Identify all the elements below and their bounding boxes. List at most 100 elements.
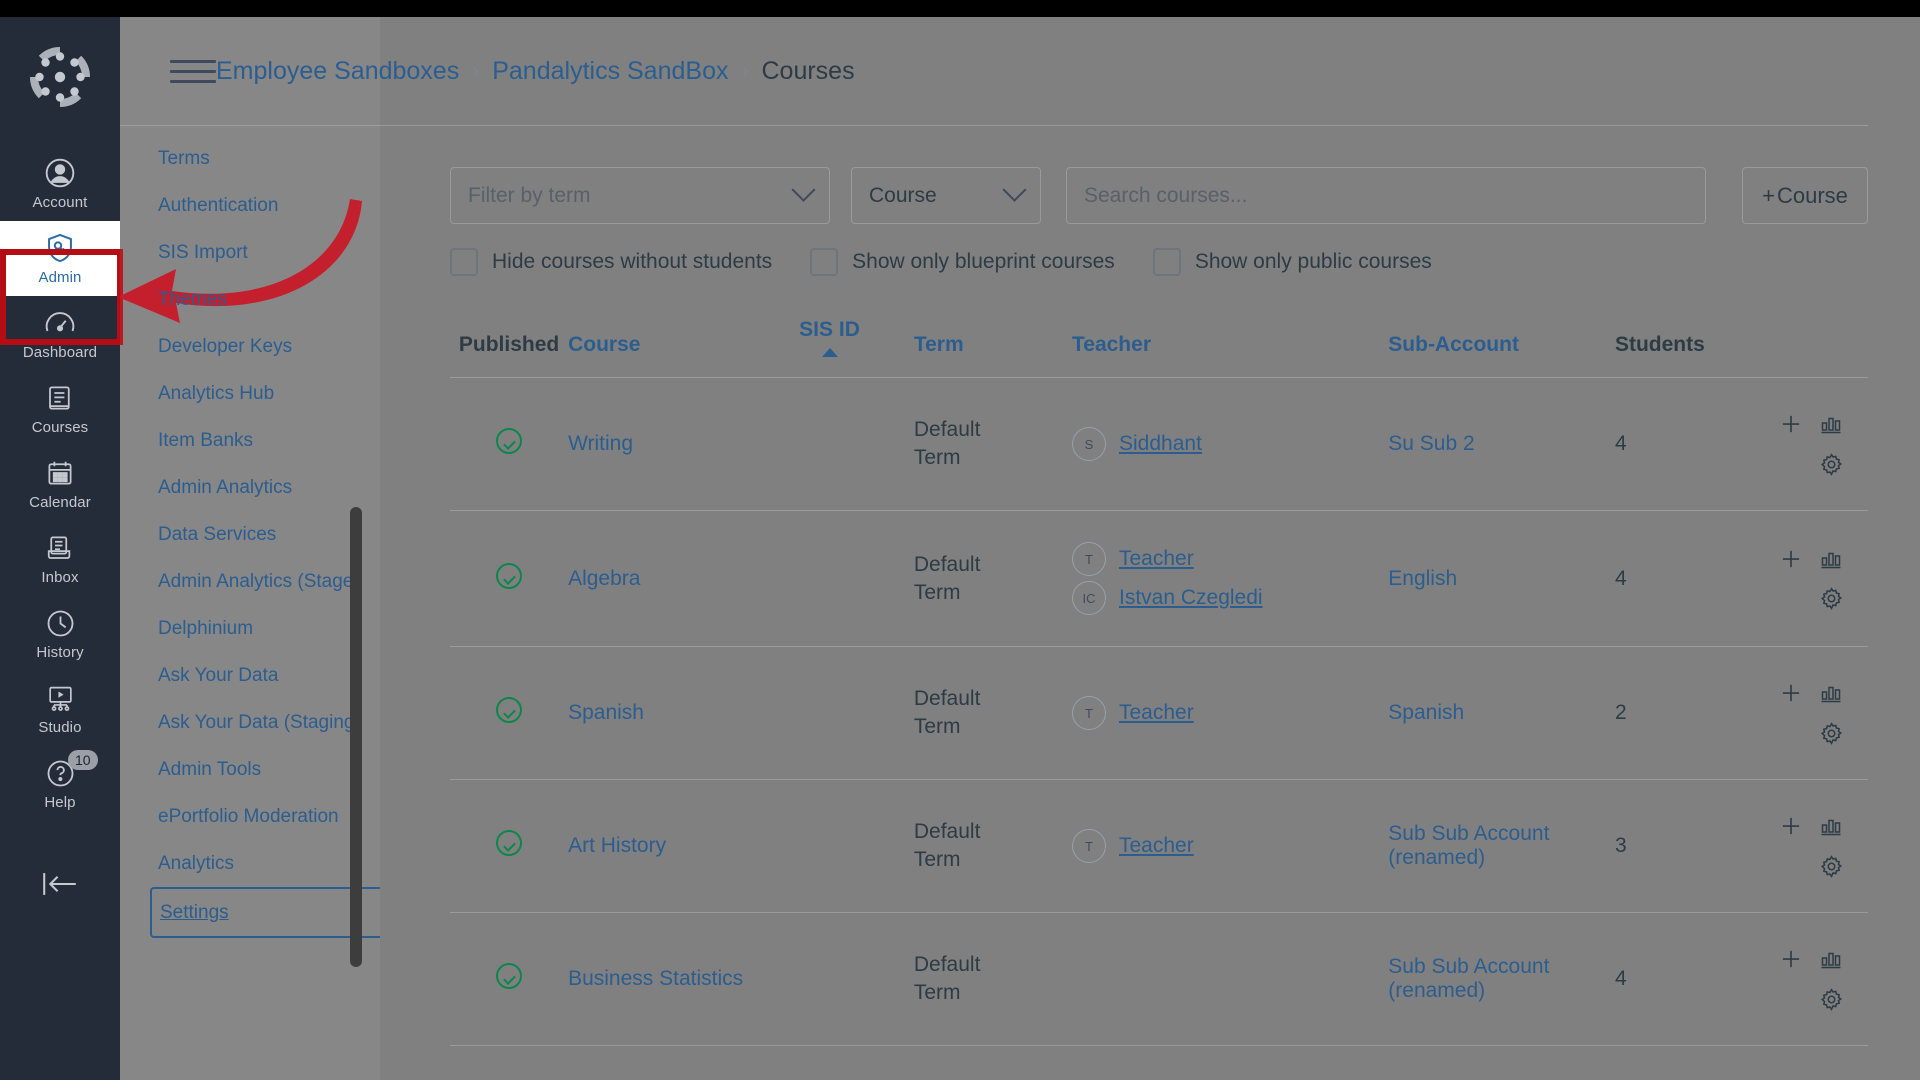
- sub-account-link[interactable]: Sub Sub Account (renamed): [1388, 822, 1549, 869]
- user-icon: [44, 155, 76, 191]
- nav-item-help[interactable]: 10 Help: [0, 746, 120, 821]
- statistics-icon[interactable]: [1811, 673, 1851, 713]
- cell-course: Art History: [568, 779, 746, 913]
- cell-actions: [1741, 377, 1868, 511]
- checkbox-show-only-public-courses[interactable]: Show only public courses: [1152, 248, 1432, 276]
- subnav-item-admin-analytics[interactable]: Admin Analytics: [120, 464, 380, 511]
- calendar-icon: [45, 455, 75, 491]
- plus-icon[interactable]: [1771, 806, 1811, 846]
- cell-course: Poetry: [568, 1045, 746, 1080]
- collapse-arrow-icon[interactable]: [39, 867, 81, 906]
- statistics-icon[interactable]: [1811, 539, 1851, 579]
- cell-sub-account: Sub Sub Account (renamed): [1388, 912, 1615, 1046]
- subnav-item-authentication[interactable]: Authentication: [120, 182, 380, 229]
- teacher-entry: T Teacher: [1072, 542, 1388, 576]
- nav-item-dashboard[interactable]: Dashboard: [0, 296, 120, 371]
- shield-key-icon: [44, 230, 76, 266]
- subnav-item-terms[interactable]: Terms: [120, 135, 380, 182]
- cell-teacher: T Teacher: [1072, 646, 1389, 780]
- course-link[interactable]: Algebra: [568, 567, 640, 590]
- checkbox-box[interactable]: [810, 248, 839, 276]
- cell-sis-id: [745, 377, 914, 511]
- teacher-link[interactable]: Teacher: [1119, 547, 1194, 571]
- gear-icon[interactable]: [1811, 846, 1851, 886]
- plus-icon[interactable]: [1771, 939, 1811, 979]
- plus-icon[interactable]: [1771, 539, 1811, 579]
- main-content: Employee Sandboxes › Pandalytics SandBox…: [170, 17, 1920, 1080]
- nav-item-inbox[interactable]: Inbox: [0, 521, 120, 596]
- term-filter-select[interactable]: Filter by term: [450, 167, 830, 224]
- subnav-item-settings[interactable]: Settings: [150, 887, 380, 938]
- subnav-item-ask-your-data[interactable]: Ask Your Data: [120, 652, 380, 699]
- subnav-item-eportfolio-moderation[interactable]: ePortfolio Moderation: [120, 793, 380, 840]
- subnav-item-ask-your-data-staging[interactable]: Ask Your Data (Staging): [120, 699, 380, 746]
- gear-icon[interactable]: [1811, 979, 1851, 1019]
- plus-icon[interactable]: [1771, 404, 1811, 444]
- header-sub-account[interactable]: Sub-Account: [1388, 318, 1615, 378]
- hamburger-icon[interactable]: [170, 53, 216, 90]
- cell-teacher: S Siddhant: [1072, 377, 1389, 511]
- search-input[interactable]: Search courses...: [1066, 167, 1706, 224]
- subnav-item-admin-tools[interactable]: Admin Tools: [120, 746, 380, 793]
- checkbox-hide-courses-without-students[interactable]: Hide courses without students: [450, 248, 772, 276]
- sub-account-link[interactable]: English: [1388, 567, 1457, 590]
- header-course[interactable]: Course: [568, 318, 745, 378]
- subnav-item-themes[interactable]: Themes: [120, 276, 380, 323]
- statistics-icon[interactable]: [1811, 939, 1851, 979]
- nav-item-account[interactable]: Account: [0, 146, 120, 221]
- course-link[interactable]: Spanish: [568, 701, 644, 724]
- nav-item-courses[interactable]: Courses: [0, 371, 120, 446]
- help-badge: 10: [68, 750, 98, 770]
- cell-published: [450, 1045, 569, 1080]
- teacher-entry: S Siddhant: [1072, 427, 1388, 461]
- subnav-item-item-banks[interactable]: Item Banks: [120, 417, 380, 464]
- sub-account-link[interactable]: Spanish: [1388, 701, 1464, 724]
- plus-icon[interactable]: [1771, 1072, 1811, 1080]
- nav-item-studio[interactable]: Studio: [0, 671, 120, 746]
- checkbox-label: Show only public courses: [1194, 250, 1432, 273]
- nav-item-calendar[interactable]: Calendar: [0, 446, 120, 521]
- checkbox-box[interactable]: [450, 248, 478, 276]
- plus-icon[interactable]: [1771, 673, 1811, 713]
- nav-item-admin[interactable]: Admin: [0, 221, 120, 296]
- gear-icon[interactable]: [1811, 579, 1851, 619]
- row-actions: [1741, 539, 1851, 619]
- add-course-button[interactable]: + Course: [1742, 167, 1868, 224]
- subnav-item-developer-keys[interactable]: Developer Keys: [120, 323, 380, 370]
- header-term[interactable]: Term: [914, 318, 1072, 378]
- published-check-icon: [496, 562, 523, 589]
- checkbox-box[interactable]: [1152, 248, 1181, 276]
- checkbox-show-only-blueprint-courses[interactable]: Show only blueprint courses: [810, 248, 1115, 276]
- course-link[interactable]: Business Statistics: [568, 967, 743, 990]
- cell-teacher: [1072, 912, 1389, 1046]
- header-sis-id[interactable]: SIS ID: [745, 318, 914, 378]
- statistics-icon[interactable]: [1811, 806, 1851, 846]
- nav-item-history[interactable]: History: [0, 596, 120, 671]
- gear-icon[interactable]: [1811, 444, 1851, 484]
- subnav-item-data-services[interactable]: Data Services: [120, 511, 380, 558]
- statistics-icon[interactable]: [1811, 404, 1851, 444]
- subnav-item-sis-import[interactable]: SIS Import: [120, 229, 380, 276]
- gear-icon[interactable]: [1811, 713, 1851, 753]
- subnav-item-analytics[interactable]: Analytics: [120, 840, 380, 887]
- teacher-link[interactable]: Teacher: [1119, 834, 1194, 858]
- sub-account-link[interactable]: Sub Sub Account (renamed): [1388, 955, 1549, 1002]
- table-row: Art History Default Term T Teacher Sub Sub Ac…: [450, 779, 1868, 913]
- teacher-link[interactable]: Teacher: [1119, 701, 1194, 725]
- course-link[interactable]: Writing: [568, 432, 633, 455]
- header-teacher[interactable]: Teacher: [1072, 318, 1388, 378]
- teacher-link[interactable]: Istvan Czegledi: [1119, 586, 1263, 610]
- canvas-logo[interactable]: [30, 47, 90, 112]
- sub-account-link[interactable]: Su Sub 2: [1388, 432, 1474, 455]
- subnav-scrollbar[interactable]: [350, 507, 362, 967]
- statistics-icon[interactable]: [1811, 1072, 1851, 1080]
- breadcrumb-pandalytics-sandbox[interactable]: Pandalytics SandBox: [492, 57, 728, 86]
- course-link[interactable]: Art History: [568, 834, 666, 857]
- subnav-item-analytics-hub[interactable]: Analytics Hub: [120, 370, 380, 417]
- breadcrumb-employee-sandboxes[interactable]: Employee Sandboxes: [216, 57, 459, 86]
- search-by-select[interactable]: Course: [851, 167, 1041, 224]
- subnav-item-delphinium[interactable]: Delphinium: [120, 605, 380, 652]
- teacher-link[interactable]: Siddhant: [1119, 432, 1202, 456]
- subnav-item-admin-analytics-stage[interactable]: Admin Analytics (Stage): [120, 558, 380, 605]
